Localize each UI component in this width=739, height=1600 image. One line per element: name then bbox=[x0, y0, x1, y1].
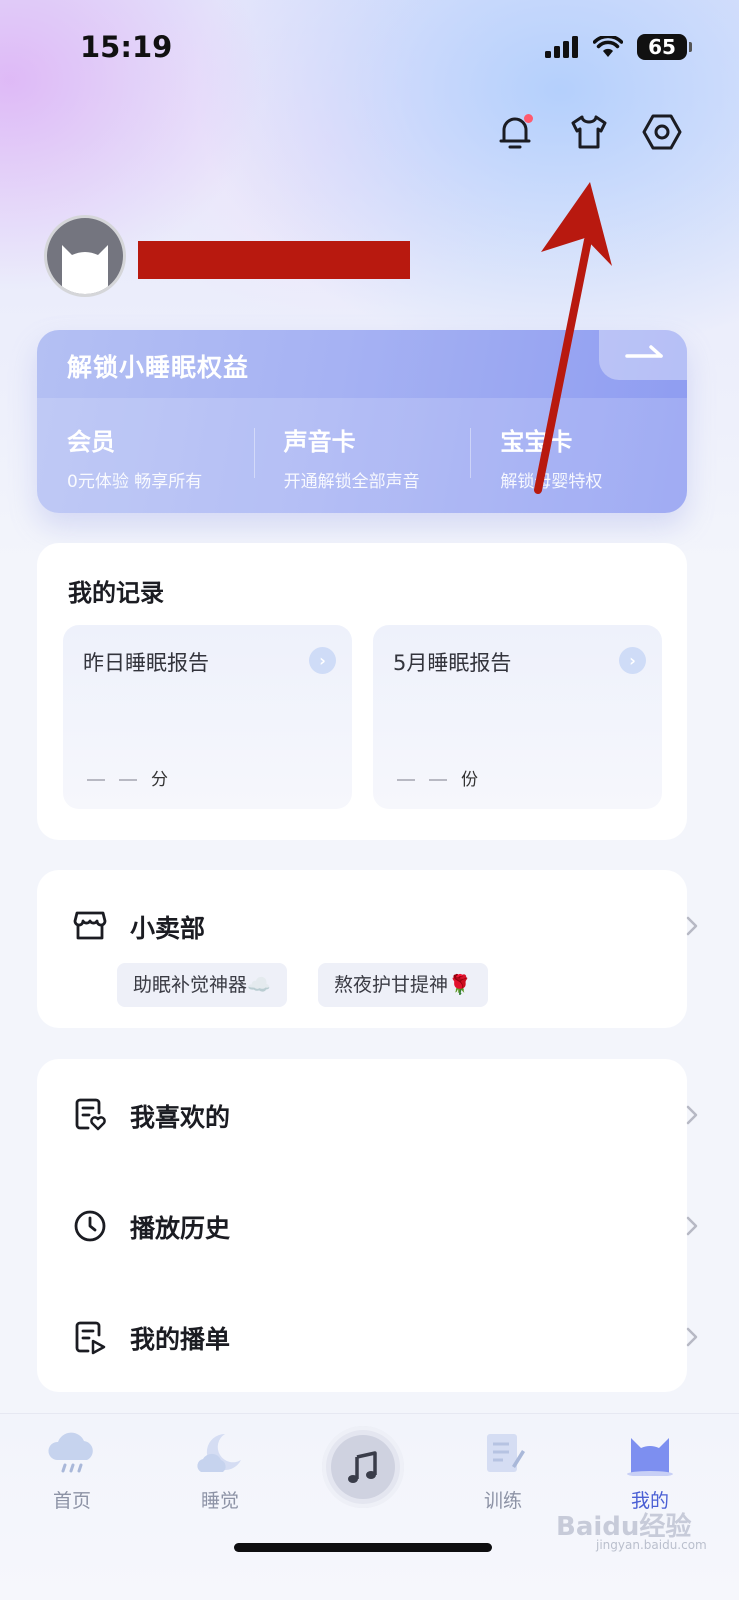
chevron-right-icon bbox=[686, 1105, 698, 1125]
rain-cloud-icon bbox=[48, 1432, 93, 1473]
vip-item-baby-card[interactable]: 宝宝卡 解锁母婴特权 bbox=[470, 422, 687, 513]
vip-item-title: 会员 bbox=[67, 428, 115, 456]
report-value: 份 bbox=[397, 765, 478, 790]
profile-screen: 15:19 65 解锁小睡眠权益 会员 0元体验 畅享所有 声音卡 开通解锁全部… bbox=[0, 0, 739, 1600]
music-note-icon bbox=[348, 1451, 377, 1483]
chevron-right-icon: › bbox=[619, 647, 646, 674]
vip-item-member[interactable]: 会员 0元体验 畅享所有 bbox=[37, 422, 254, 513]
vip-items: 会员 0元体验 畅享所有 声音卡 开通解锁全部声音 宝宝卡 解锁母婴特权 bbox=[37, 398, 687, 513]
vip-item-subtitle: 解锁母婴特权 bbox=[500, 472, 603, 492]
report-title: 5月睡眠报告 bbox=[393, 651, 512, 675]
tab-home[interactable]: 首页 bbox=[12, 1430, 132, 1513]
vip-benefits-banner[interactable]: 解锁小睡眠权益 会员 0元体验 畅享所有 声音卡 开通解锁全部声音 宝宝卡 解锁… bbox=[37, 330, 687, 513]
vip-item-subtitle: 0元体验 畅享所有 bbox=[67, 472, 203, 492]
menu-item-label: 我喜欢的 bbox=[130, 1103, 231, 1132]
tab-label: 训练 bbox=[483, 1490, 522, 1512]
shop-title: 小卖部 bbox=[130, 914, 206, 943]
status-time: 15:19 bbox=[80, 30, 173, 64]
shop-tag[interactable]: 熬夜护甘提神🌹 bbox=[318, 963, 488, 1007]
tab-mine[interactable]: 我的 bbox=[590, 1430, 710, 1513]
menu-item-label: 播放历史 bbox=[130, 1214, 231, 1243]
tab-label: 睡觉 bbox=[200, 1490, 239, 1512]
dash-placeholder bbox=[87, 779, 105, 781]
vip-item-subtitle: 开通解锁全部声音 bbox=[283, 472, 420, 492]
battery-icon: 65 bbox=[637, 34, 692, 60]
store-icon bbox=[73, 911, 107, 940]
moon-cloud-icon bbox=[197, 1433, 241, 1472]
vip-title: 解锁小睡眠权益 bbox=[67, 353, 250, 382]
arrow-right-icon bbox=[625, 345, 663, 358]
bell-icon[interactable] bbox=[495, 112, 535, 152]
chevron-right-icon: › bbox=[309, 647, 336, 674]
report-value: 分 bbox=[87, 765, 168, 790]
baidu-watermark-url: jingyan.baidu.com bbox=[596, 1538, 707, 1552]
report-unit: 分 bbox=[151, 770, 168, 790]
dash-placeholder bbox=[397, 779, 415, 781]
monthly-sleep-report[interactable]: 5月睡眠报告 › 份 bbox=[373, 625, 662, 809]
yesterday-sleep-report[interactable]: 昨日睡眠报告 › 分 bbox=[63, 625, 352, 809]
notebook-icon bbox=[487, 1434, 525, 1472]
tshirt-icon[interactable] bbox=[569, 112, 609, 152]
status-icons: 65 bbox=[545, 34, 692, 60]
dash-placeholder bbox=[119, 779, 137, 781]
vip-arrow-button[interactable] bbox=[599, 330, 687, 380]
vip-item-title: 声音卡 bbox=[283, 428, 356, 456]
menu-item-label: 我的播单 bbox=[130, 1325, 231, 1354]
tab-label: 首页 bbox=[52, 1490, 91, 1512]
home-indicator bbox=[234, 1543, 492, 1552]
dash-placeholder bbox=[429, 779, 447, 781]
cat-avatar-icon bbox=[627, 1438, 673, 1477]
avatar[interactable] bbox=[44, 215, 126, 297]
vip-item-title: 宝宝卡 bbox=[500, 428, 573, 456]
cat-avatar-icon bbox=[62, 245, 108, 294]
clock-icon bbox=[74, 1210, 106, 1242]
chevron-right-icon bbox=[686, 1327, 698, 1347]
vip-item-sound-card[interactable]: 声音卡 开通解锁全部声音 bbox=[253, 422, 471, 513]
signal-icon bbox=[545, 36, 578, 58]
report-title: 昨日睡眠报告 bbox=[83, 651, 209, 675]
tab-training[interactable]: 训练 bbox=[443, 1430, 563, 1513]
chevron-right-icon bbox=[686, 1216, 698, 1236]
my-records-card: 我的记录 昨日睡眠报告 › 分 5月睡眠报告 › 份 bbox=[37, 543, 687, 840]
username-redacted bbox=[138, 241, 410, 279]
notification-dot bbox=[524, 114, 533, 123]
favorite-list-icon bbox=[75, 1098, 106, 1131]
records-title: 我的记录 bbox=[68, 579, 164, 607]
settings-icon[interactable] bbox=[642, 112, 682, 152]
tab-sleep[interactable]: 睡觉 bbox=[160, 1430, 280, 1513]
shop-tag[interactable]: 助眠补觉神器☁️ bbox=[117, 963, 287, 1007]
report-unit: 份 bbox=[461, 770, 478, 790]
play-disc bbox=[331, 1435, 395, 1499]
chevron-right-icon bbox=[686, 916, 698, 936]
wifi-icon bbox=[593, 36, 623, 57]
playlist-icon bbox=[75, 1321, 106, 1355]
now-playing-button[interactable] bbox=[322, 1426, 404, 1508]
